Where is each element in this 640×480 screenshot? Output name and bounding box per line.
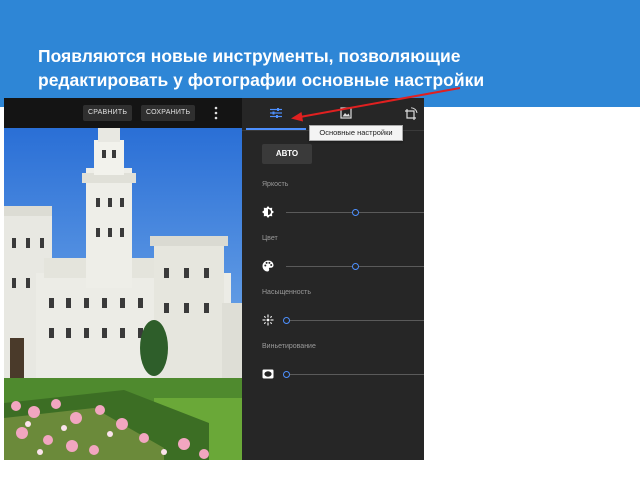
color-slider-handle[interactable] — [352, 263, 359, 270]
brightness-slider-handle[interactable] — [352, 209, 359, 216]
vignette-slider-handle[interactable] — [283, 371, 290, 378]
palette-icon — [262, 260, 274, 272]
save-button[interactable]: СОХРАНИТЬ — [141, 105, 196, 121]
vignette-label: Виньетирование — [262, 343, 316, 350]
saturation-label: Насыщенность — [262, 289, 312, 296]
banner-title-line1: Появляются новые инструменты, позволяющи… — [38, 46, 461, 66]
banner-title-line2: редактировать у фотографии основные наст… — [38, 70, 485, 90]
auto-button[interactable]: АВТО — [262, 144, 312, 164]
image-filter-icon — [340, 107, 352, 119]
tab-basic-settings[interactable] — [246, 98, 306, 130]
brightness-label: Яркость — [262, 181, 289, 188]
banner-title: Появляются новые инструменты, позволяющи… — [38, 44, 618, 92]
photo-toolbar: СРАВНИТЬ СОХРАНИТЬ — [4, 98, 242, 128]
brightness-icon — [262, 206, 274, 218]
tooltip-basic-settings: Основные настройки — [309, 125, 403, 141]
saturation-icon — [262, 314, 274, 326]
saturation-slider-handle[interactable] — [283, 317, 290, 324]
slide-banner: Появляются новые инструменты, позволяющи… — [0, 0, 640, 107]
saturation-slider[interactable] — [286, 320, 424, 321]
vignette-icon — [262, 369, 274, 379]
tune-icon — [270, 108, 282, 118]
more-vert-icon[interactable] — [212, 106, 220, 120]
photo-pane: СРАВНИТЬ СОХРАНИТЬ — [4, 98, 242, 460]
vignette-slider[interactable] — [286, 374, 424, 375]
adjustments-panel: АВТО Яркость Цвет Насыщенность Виньетиро… — [242, 98, 424, 460]
compare-button[interactable]: СРАВНИТЬ — [83, 105, 133, 121]
castle-photo — [4, 128, 242, 460]
color-label: Цвет — [262, 235, 278, 242]
tab-crop-rotate[interactable] — [400, 98, 424, 130]
crop-rotate-icon — [405, 107, 418, 120]
photo-editor-screenshot: СРАВНИТЬ СОХРАНИТЬ АВТО Яркость Цвет Нас… — [4, 98, 424, 460]
